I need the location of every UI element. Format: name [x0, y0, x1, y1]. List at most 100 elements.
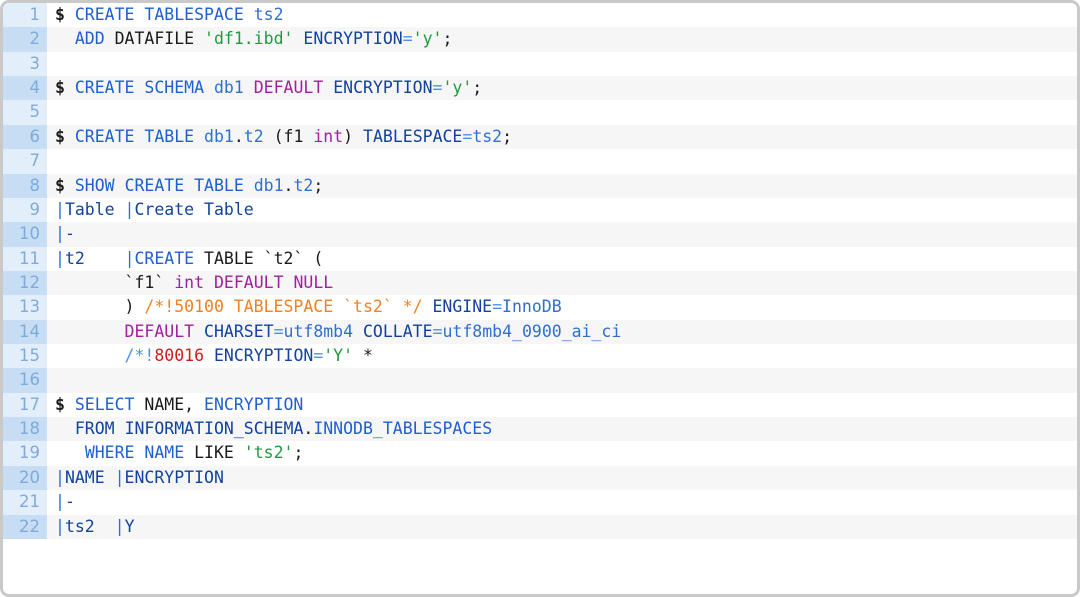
code-token: =	[402, 29, 413, 49]
code-line[interactable]: 3	[3, 51, 1077, 77]
code-line-content[interactable]	[47, 100, 1077, 125]
code-token: int	[313, 126, 344, 146]
code-line[interactable]: 18 FROM INFORMATION_SCHEMA.INNODB_TABLES…	[3, 417, 1077, 442]
code-line[interactable]: 15 /*!80016 ENCRYPTION='Y' *	[3, 344, 1077, 369]
line-number: 16	[3, 368, 47, 393]
code-line-content[interactable]	[47, 149, 1077, 174]
code-token: |	[55, 199, 65, 219]
code-line[interactable]: 19 WHERE NAME LIKE 'ts2';	[3, 441, 1077, 466]
code-token: 'Y'	[323, 346, 354, 366]
code-line[interactable]: 1 $ CREATE TABLESPACE ts2	[3, 3, 1077, 28]
code-token: |	[55, 248, 65, 268]
code-line-content[interactable]: $ CREATE TABLE db1.t2 (f1 int) TABLESPAC…	[47, 124, 1077, 150]
code-line[interactable]: 7	[3, 149, 1077, 174]
code-line-content[interactable]: |ts2 |Y	[47, 514, 1077, 539]
code-line-content[interactable]: DEFAULT CHARSET=utf8mb4 COLLATE=utf8mb4_…	[47, 319, 1077, 345]
code-line-content[interactable]: |-	[47, 222, 1077, 247]
code-line-content[interactable]: $ SELECT NAME, ENCRYPTION	[47, 392, 1077, 418]
code-line-content[interactable]: $ CREATE SCHEMA db1 DEFAULT ENCRYPTION='…	[47, 76, 1077, 101]
code-line-content[interactable]: /*!80016 ENCRYPTION='Y' *	[47, 344, 1077, 369]
code-line-content[interactable]	[47, 368, 1077, 393]
code-token: $	[55, 78, 75, 98]
code-token: .	[283, 175, 294, 195]
code-token: |	[114, 516, 125, 536]
code-token: TABLE	[194, 175, 244, 195]
code-line[interactable]: 21 |-	[3, 490, 1077, 515]
code-line-content[interactable]: $ CREATE TABLESPACE ts2	[47, 3, 1077, 28]
code-line-content[interactable]: |Table |Create Table	[47, 197, 1077, 223]
code-token: TABLESPACE	[144, 5, 244, 24]
code-token: /*!50100 TABLESPACE `ts2` */	[144, 297, 423, 317]
code-line[interactable]: 6 $ CREATE TABLE db1.t2 (f1 int) TABLESPA…	[3, 124, 1077, 150]
code-line[interactable]: 14 DEFAULT CHARSET=utf8mb4 COLLATE=utf8m…	[3, 319, 1077, 345]
code-line[interactable]: 4 $ CREATE SCHEMA db1 DEFAULT ENCRYPTION=…	[3, 76, 1077, 101]
code-line[interactable]: 16	[3, 368, 1077, 393]
code-line[interactable]: 13 ) /*!50100 TABLESPACE `ts2` */ ENGINE…	[3, 295, 1077, 320]
sql-code-block[interactable]: 1 $ CREATE TABLESPACE ts2 2 ADD DATAFILE '…	[0, 0, 1080, 597]
code-token: SCHEMA	[144, 78, 205, 98]
code-token: INFORMATION_SCHEMA	[124, 419, 304, 439]
code-token: COLLATE	[363, 321, 433, 341]
code-token: =	[492, 297, 503, 317]
code-line-content[interactable]: |-	[47, 490, 1077, 515]
code-token: 80016	[154, 346, 205, 366]
code-line-content[interactable]: ) /*!50100 TABLESPACE `ts2` */ ENGINE=In…	[47, 295, 1077, 320]
code-line-content[interactable]: |NAME |ENCRYPTION	[47, 465, 1077, 491]
code-line[interactable]: 17 $ SELECT NAME, ENCRYPTION	[3, 392, 1077, 418]
code-token: |	[55, 224, 65, 244]
code-token: TABLE	[204, 248, 254, 268]
code-line[interactable]: 20 |NAME |ENCRYPTION	[3, 465, 1077, 491]
code-token: ENGINE	[432, 297, 493, 317]
code-token: /*!	[124, 346, 155, 366]
code-line-content[interactable]: WHERE NAME LIKE 'ts2';	[47, 441, 1077, 466]
code-token: =	[432, 321, 443, 341]
code-token: 'df1.ibd'	[204, 29, 294, 49]
code-token: CREATE	[124, 175, 185, 195]
code-token: CREATE	[74, 5, 135, 24]
code-token: t2	[293, 175, 314, 195]
code-token: ;	[293, 443, 304, 463]
code-token: SELECT	[74, 394, 135, 414]
code-line-content[interactable]: FROM INFORMATION_SCHEMA.INNODB_TABLESPAC…	[47, 417, 1077, 442]
code-line[interactable]: 8 $ SHOW CREATE TABLE db1.t2;	[3, 173, 1077, 198]
code-line[interactable]: 22 |ts2 |Y	[3, 514, 1077, 539]
line-number: 8	[3, 173, 47, 198]
code-line[interactable]: 2 ADD DATAFILE 'df1.ibd' ENCRYPTION='y';	[3, 27, 1077, 52]
code-line-list: 1 $ CREATE TABLESPACE ts2 2 ADD DATAFILE '…	[3, 3, 1077, 539]
code-token: INNODB_TABLESPACES	[313, 419, 493, 439]
code-token: f1	[283, 126, 304, 146]
code-token: |	[55, 492, 65, 512]
line-number: 17	[3, 392, 47, 418]
code-line-content[interactable]: `f1` int DEFAULT NULL	[47, 270, 1077, 296]
line-number: 2	[3, 27, 47, 52]
code-token: CREATE	[74, 126, 135, 146]
code-line[interactable]: 5	[3, 100, 1077, 125]
code-line[interactable]: 12 `f1` int DEFAULT NULL	[3, 270, 1077, 296]
code-line[interactable]: 11 |t2 |CREATE TABLE `t2` (	[3, 246, 1077, 271]
code-token: CHARSET	[204, 321, 274, 341]
code-line-content[interactable]: |t2 |CREATE TABLE `t2` (	[47, 246, 1077, 271]
code-line-content[interactable]: ADD DATAFILE 'df1.ibd' ENCRYPTION='y';	[47, 27, 1077, 52]
code-token: ENCRYPTION	[124, 467, 224, 487]
code-line-content[interactable]: $ SHOW CREATE TABLE db1.t2;	[47, 173, 1077, 198]
line-number: 15	[3, 344, 47, 369]
code-line[interactable]: 10 |-	[3, 222, 1077, 247]
code-token: DEFAULT	[213, 272, 284, 292]
code-line-content[interactable]	[47, 51, 1077, 77]
code-line[interactable]: 9 |Table |Create Table	[3, 197, 1077, 223]
